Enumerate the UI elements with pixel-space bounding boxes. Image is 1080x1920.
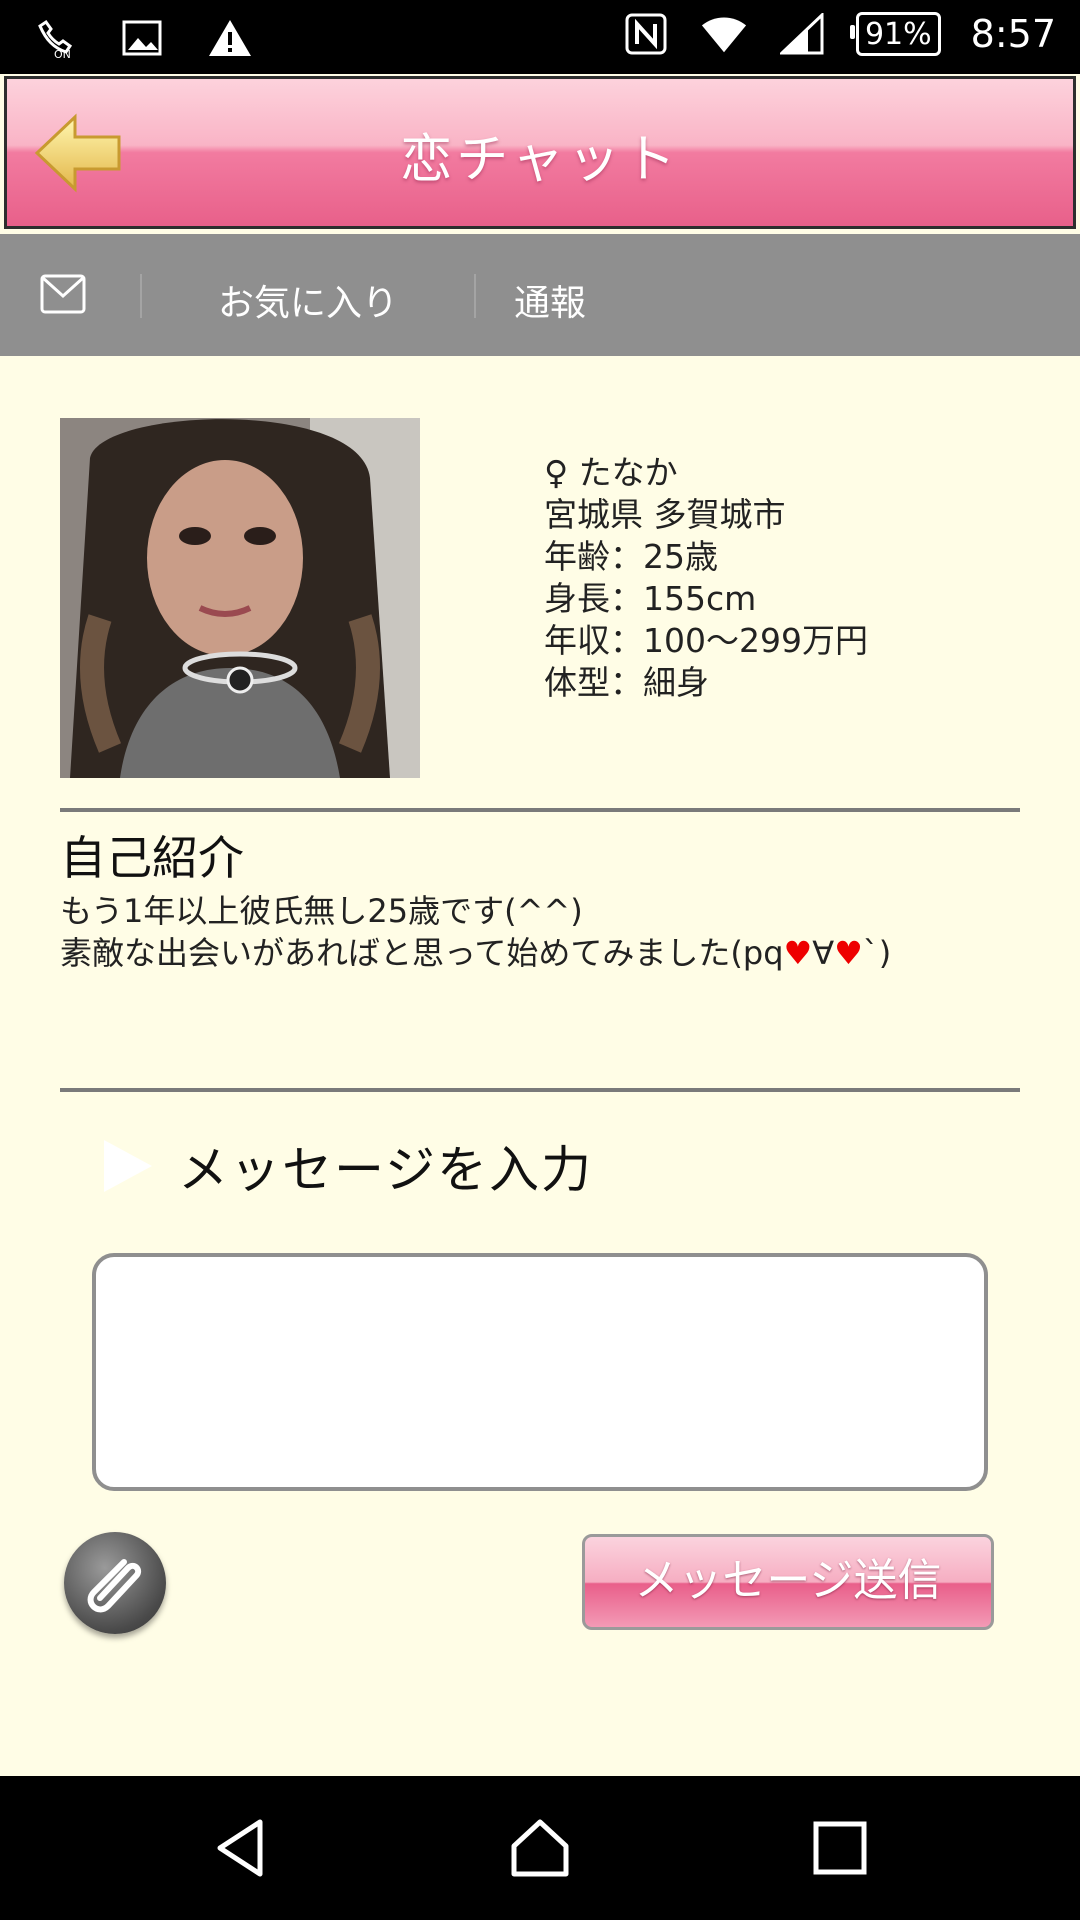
image-icon	[118, 14, 166, 62]
profile-body-type: 体型：細身	[544, 663, 709, 702]
favorite-button[interactable]: お気に入り	[218, 274, 398, 326]
attachment-button[interactable]	[64, 1532, 166, 1634]
intro-text: もう1年以上彼氏無し25歳です(^^) 素敵な出会いがあればと思って始めてみまし…	[60, 890, 891, 974]
signal-icon	[778, 10, 826, 58]
intro-line-2: 素敵な出会いがあればと思って始めてみました(pq♥∀♥`)	[60, 934, 892, 972]
heart-icon: ♥	[783, 934, 813, 972]
profile-info: ♀ たなか 宮城県 多賀城市 年齢：25歳 身長：155cm 年収：100〜29…	[544, 452, 868, 704]
intro-line-1: もう1年以上彼氏無し25歳です(^^)	[60, 892, 583, 930]
home-nav-icon[interactable]	[508, 1816, 572, 1880]
navigation-bar	[0, 1776, 1080, 1920]
profile-height: 身長：155cm	[544, 579, 757, 618]
mail-icon[interactable]	[40, 274, 86, 314]
report-button[interactable]: 通報	[514, 274, 586, 326]
clock: 8:57	[970, 12, 1056, 56]
status-bar: ON 91% 8:57	[0, 0, 1080, 74]
paperclip-icon	[87, 1559, 142, 1613]
divider	[474, 274, 476, 318]
profile-income: 年収：100〜299万円	[544, 621, 868, 660]
warning-icon	[206, 14, 254, 62]
profile-name: ♀ たなか	[544, 453, 678, 492]
triangle-icon	[104, 1140, 152, 1192]
divider	[60, 808, 1020, 812]
wifi-icon	[700, 10, 748, 58]
battery-indicator: 91%	[849, 12, 941, 56]
message-label: メッセージを入力	[104, 1130, 593, 1202]
svg-text:ON: ON	[54, 48, 71, 60]
profile-toolbar: お気に入り 通報	[0, 234, 1080, 356]
send-message-button[interactable]: メッセージ送信	[582, 1534, 994, 1630]
nfc-icon	[622, 10, 670, 58]
message-input[interactable]	[92, 1253, 988, 1491]
divider	[140, 274, 142, 318]
recents-nav-icon[interactable]	[808, 1816, 872, 1880]
profile-photo[interactable]	[60, 418, 420, 778]
back-nav-icon[interactable]	[210, 1816, 274, 1880]
page-title: 恋チャット	[400, 130, 680, 190]
app-header: 恋チャット	[4, 76, 1076, 229]
profile-location: 宮城県 多賀城市	[544, 495, 786, 534]
divider	[60, 1088, 1020, 1092]
intro-title: 自己紹介	[60, 831, 244, 885]
heart-icon: ♥	[834, 934, 863, 972]
profile-age: 年齢：25歳	[544, 537, 718, 576]
wifi-calling-icon: ON	[30, 14, 78, 62]
